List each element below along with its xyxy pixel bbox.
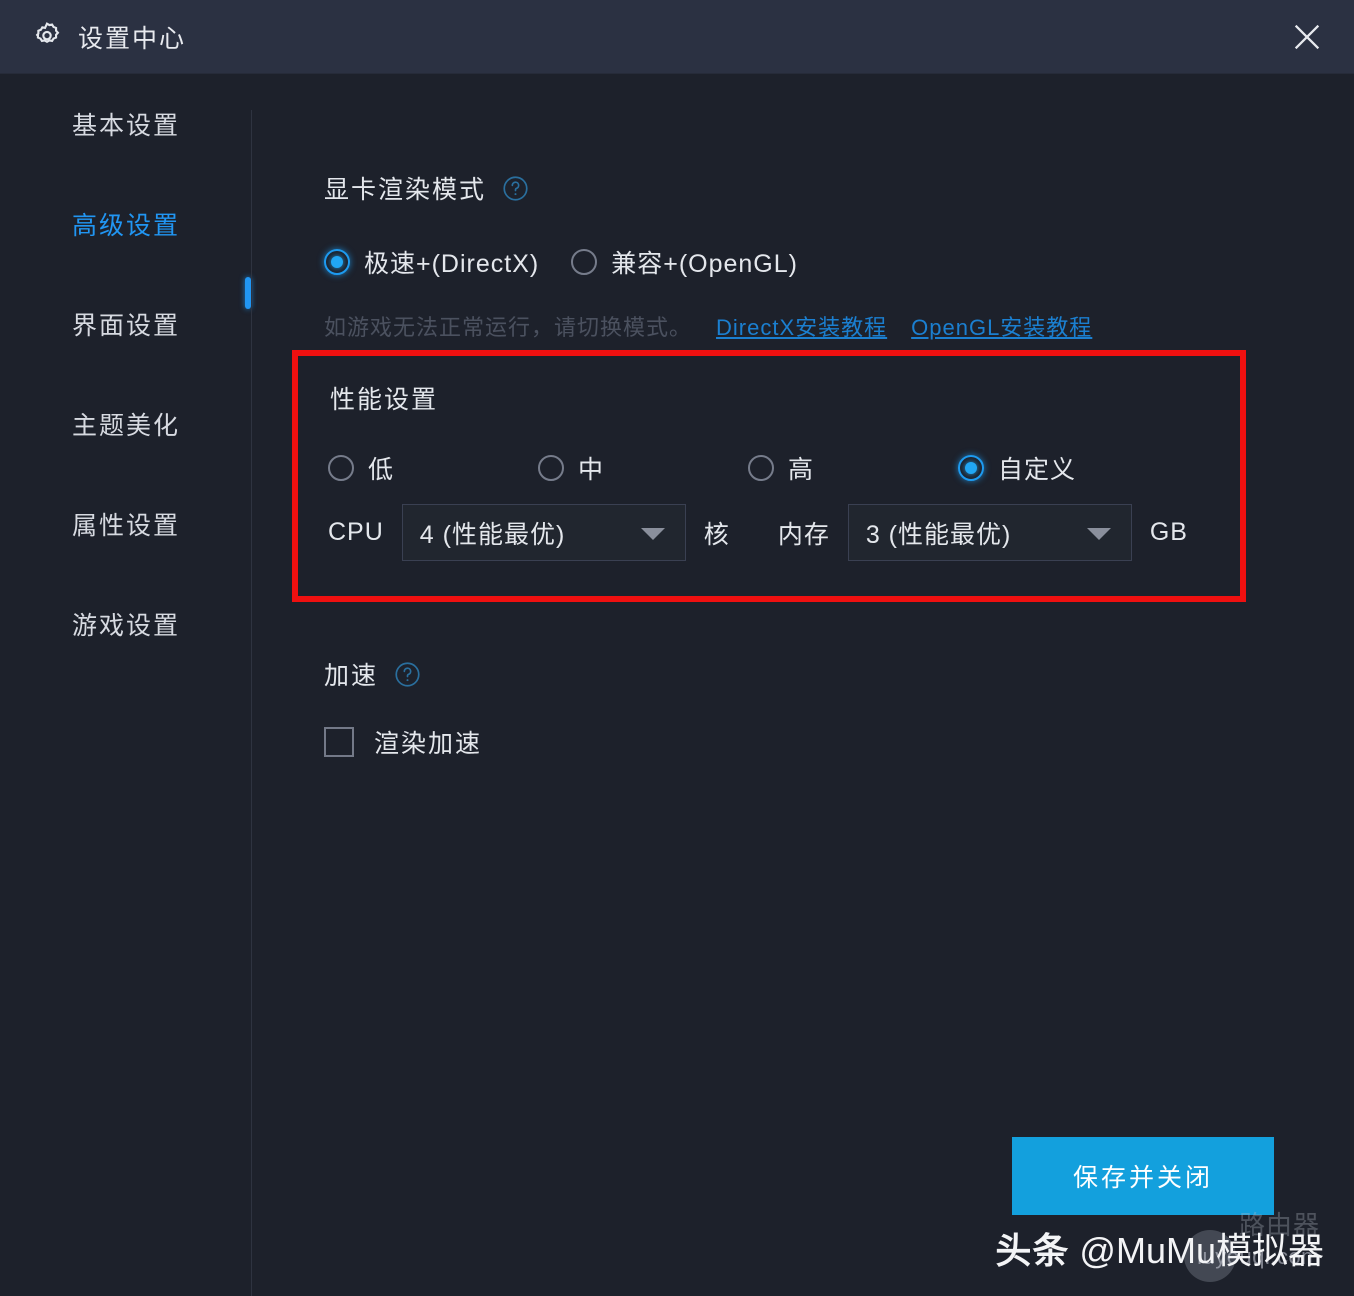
memory-select[interactable]: 3 (性能最优) — [847, 504, 1132, 561]
render-mode-section: 显卡渲染模式 极速+(DirectX) 兼容+(OpenGL) 如游戏无法正常运… — [324, 170, 1092, 342]
radio-opengl[interactable]: 兼容+(OpenGL) — [571, 244, 798, 280]
render-mode-heading: 显卡渲染模式 — [324, 170, 1092, 206]
sidebar: 基本设置 高级设置 界面设置 主题美化 属性设置 游戏设置 — [0, 74, 252, 1296]
memory-select-value: 3 (性能最优) — [865, 520, 1012, 549]
radio-directx[interactable]: 极速+(DirectX) — [324, 244, 539, 280]
cpu-select-value: 4 (性能最优) — [419, 520, 566, 549]
render-mode-title: 显卡渲染模式 — [324, 176, 487, 204]
chevron-down-icon — [640, 527, 665, 540]
performance-selectors: CPU 4 (性能最优) 核 内存 3 (性能最优) GB — [328, 504, 1188, 561]
close-icon — [1294, 24, 1320, 50]
radio-medium-label: 中 — [578, 456, 605, 484]
acceleration-section: 加速 渲染加速 — [324, 656, 482, 760]
sidebar-item-label: 主题美化 — [72, 412, 181, 440]
radio-custom[interactable]: 自定义 — [958, 450, 1168, 486]
save-and-close-button[interactable]: 保存并关闭 — [1012, 1137, 1274, 1215]
cpu-label: CPU — [328, 518, 384, 546]
settings-window: 设置中心 基本设置 高级设置 界面设置 主题美化 属性设置 游戏设置 显卡渲染模… — [0, 0, 1354, 1296]
memory-label: 内存 — [777, 520, 830, 549]
performance-heading: 性能设置 — [330, 380, 438, 416]
memory-unit: GB — [1149, 518, 1188, 546]
performance-title: 性能设置 — [330, 386, 439, 414]
page-title: 设置中心 — [78, 25, 187, 53]
radio-low-indicator — [328, 455, 354, 481]
radio-opengl-label: 兼容+(OpenGL) — [611, 250, 798, 278]
sidebar-item-label: 基本设置 — [72, 112, 181, 140]
radio-custom-indicator — [958, 455, 984, 481]
sidebar-item-label: 游戏设置 — [72, 612, 181, 640]
sidebar-item-theme[interactable]: 主题美化 — [0, 374, 252, 474]
radio-low[interactable]: 低 — [328, 450, 538, 486]
help-icon[interactable] — [502, 175, 529, 202]
radio-directx-label: 极速+(DirectX) — [364, 250, 540, 278]
sidebar-item-label: 属性设置 — [72, 512, 181, 540]
radio-high-label: 高 — [788, 456, 815, 484]
performance-section-highlight: 性能设置 低 中 高 自定义 CPU 4 (性能最优) 核 内存 3 (性能最优… — [292, 350, 1246, 602]
title-bar-left: 设置中心 — [30, 0, 186, 74]
render-mode-hint: 如游戏无法正常运行，请切换模式。 — [324, 315, 693, 340]
help-icon[interactable] — [394, 661, 421, 688]
radio-high[interactable]: 高 — [748, 450, 958, 486]
radio-low-label: 低 — [368, 456, 395, 484]
content-panel: 显卡渲染模式 极速+(DirectX) 兼容+(OpenGL) 如游戏无法正常运… — [252, 74, 1354, 1296]
radio-custom-label: 自定义 — [998, 456, 1077, 484]
radio-medium-indicator — [538, 455, 564, 481]
title-bar: 设置中心 — [0, 0, 1354, 74]
chevron-down-icon — [1086, 527, 1111, 540]
save-and-close-label: 保存并关闭 — [1072, 1164, 1213, 1192]
render-mode-options: 极速+(DirectX) 兼容+(OpenGL) — [324, 244, 1092, 280]
link-directx-tutorial[interactable]: DirectX安装教程 — [716, 310, 887, 342]
close-button[interactable] — [1282, 12, 1332, 62]
sidebar-item-label: 高级设置 — [72, 212, 181, 240]
radio-medium[interactable]: 中 — [538, 450, 748, 486]
cpu-unit: 核 — [703, 520, 730, 549]
radio-high-indicator — [748, 455, 774, 481]
link-opengl-tutorial[interactable]: OpenGL安装教程 — [911, 310, 1092, 342]
render-acceleration-checkbox[interactable]: 渲染加速 — [324, 724, 482, 760]
gear-icon — [30, 20, 64, 54]
render-acceleration-checkbox-box — [324, 727, 354, 757]
render-acceleration-label: 渲染加速 — [374, 730, 483, 758]
sidebar-item-properties[interactable]: 属性设置 — [0, 474, 252, 574]
sidebar-item-advanced[interactable]: 高级设置 — [0, 174, 252, 274]
acceleration-title: 加速 — [324, 662, 379, 690]
sidebar-item-game[interactable]: 游戏设置 — [0, 574, 252, 674]
sidebar-item-label: 界面设置 — [72, 312, 181, 340]
performance-options: 低 中 高 自定义 — [328, 450, 1208, 486]
cpu-select[interactable]: 4 (性能最优) — [401, 504, 686, 561]
radio-directx-indicator — [324, 249, 350, 275]
sidebar-item-basic[interactable]: 基本设置 — [0, 74, 252, 174]
sidebar-item-interface[interactable]: 界面设置 — [0, 274, 252, 374]
render-mode-hint-row: 如游戏无法正常运行，请切换模式。 DirectX安装教程 OpenGL安装教程 — [324, 310, 1092, 342]
acceleration-heading: 加速 — [324, 656, 482, 692]
radio-opengl-indicator — [571, 249, 598, 275]
